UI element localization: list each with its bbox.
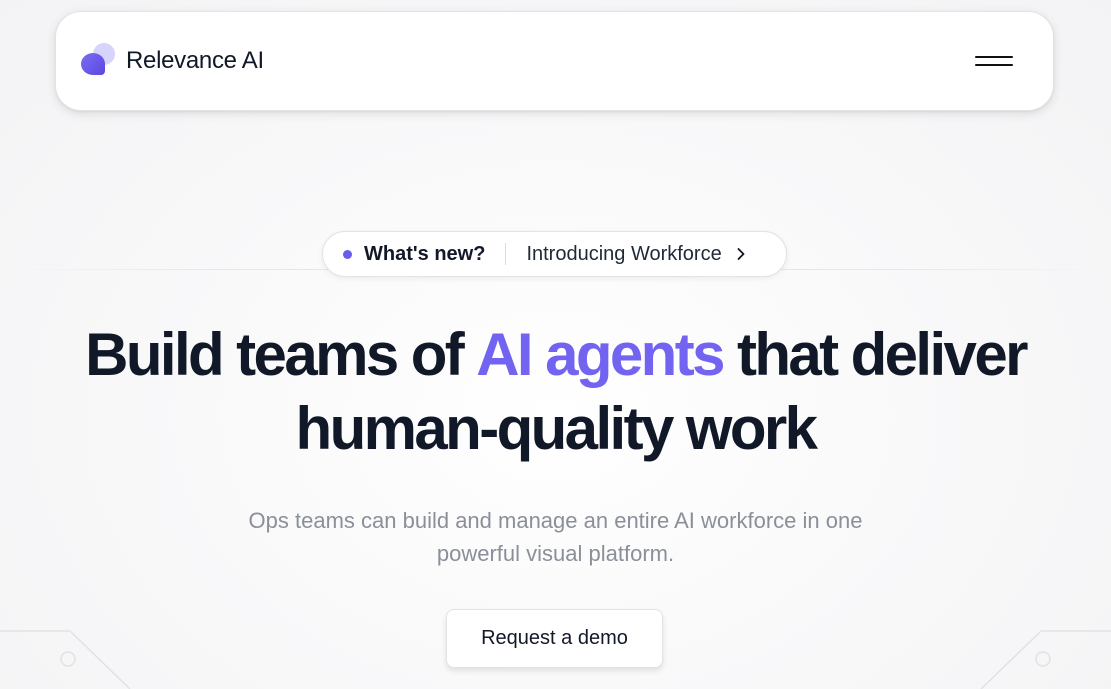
hero-subtitle-line1: Ops teams can build and manage an entire… [248,508,863,533]
hero-title-accent: AI agents [476,321,725,388]
request-demo-button[interactable]: Request a demo [446,609,663,668]
whats-new-label: What's new? [364,242,486,265]
brand-name: Relevance AI [126,47,264,74]
pill-divider [505,243,507,265]
status-dot-icon [343,249,352,259]
hero-title-part2: that deliver [722,321,1029,388]
chevron-right-icon [736,247,746,261]
decorative-circuit-right [980,630,1111,689]
hamburger-menu-icon[interactable] [975,46,1015,76]
hero-subtitle-line2: powerful visual platform. [436,541,675,566]
hero-title-part1: Build teams of [85,321,477,388]
announcement-text: Introducing Workforce [526,242,722,265]
whats-new-announcement[interactable]: What's new? Introducing Workforce [322,231,787,277]
page: Relevance AI What's new? Introducing Wor… [0,0,1111,689]
hero-subtitle: Ops teams can build and manage an entire… [0,504,1111,570]
brand-link[interactable]: Relevance AI [80,43,264,79]
decorative-circuit-left [0,630,131,689]
relevance-logo-icon [80,43,116,79]
navbar: Relevance AI [55,11,1054,111]
hero-title-line2: human-quality work [295,395,819,462]
hero-title: Build teams of AI agents that deliver hu… [0,318,1111,466]
